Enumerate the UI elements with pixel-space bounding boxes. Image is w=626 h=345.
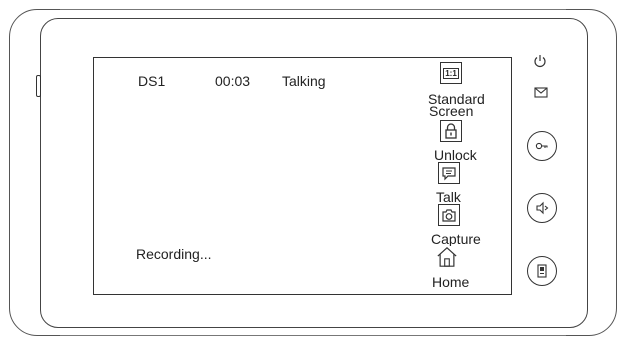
unlock-label: Unlock — [434, 147, 477, 163]
power-icon — [533, 54, 547, 68]
unlock-key-button[interactable] — [527, 131, 557, 161]
menu-button[interactable] — [527, 256, 557, 286]
capture-label: Capture — [431, 231, 481, 247]
message-icon — [534, 86, 548, 98]
side-switch[interactable] — [36, 75, 41, 97]
home-button[interactable]: Home — [432, 246, 482, 290]
call-state: Talking — [282, 73, 326, 89]
lock-icon — [440, 120, 462, 142]
aspect-ratio-icon: 1:1 — [440, 62, 462, 84]
standard-screen-label-line2: Screen — [429, 103, 474, 119]
standard-screen-button[interactable]: 1:1 Standard Screen — [428, 62, 498, 120]
home-label: Home — [432, 274, 470, 290]
talk-label: Talk — [436, 189, 461, 205]
camera-icon — [438, 204, 460, 226]
panel-icon — [537, 264, 547, 278]
home-icon — [436, 246, 458, 268]
monitor-button[interactable] — [527, 193, 557, 223]
capture-button[interactable]: Capture — [430, 204, 490, 246]
call-timer: 00:03 — [215, 73, 251, 89]
speech-bubble-icon — [438, 162, 460, 184]
talk-button[interactable]: Talk — [432, 162, 482, 204]
bezel-bottom-line — [60, 335, 566, 336]
recording-status: Recording... — [136, 246, 212, 262]
aspect-ratio-text: 1:1 — [443, 67, 459, 79]
doorbell-speaker-icon — [536, 201, 549, 215]
station-label: DS1 — [138, 73, 166, 89]
unlock-button[interactable]: Unlock — [430, 120, 490, 162]
bezel-top-line — [60, 9, 566, 10]
key-icon — [535, 142, 548, 150]
